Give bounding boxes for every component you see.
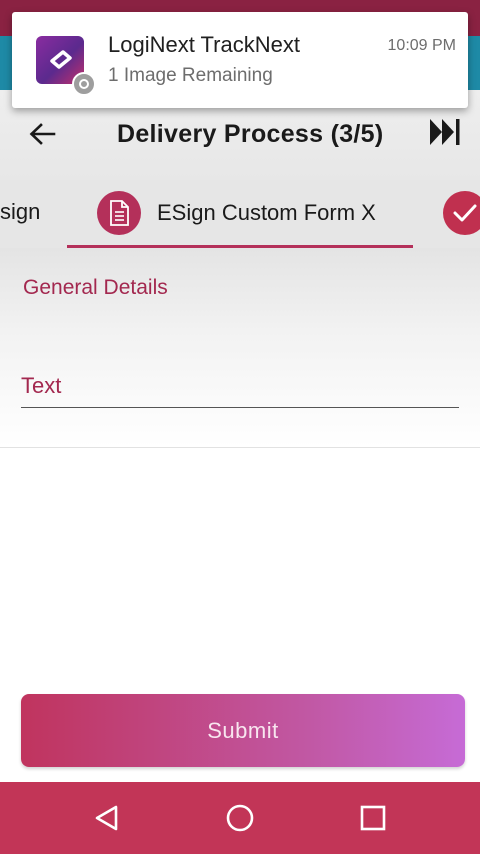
tab-label: ESign Custom Form X xyxy=(157,200,376,225)
page-title: Delivery Process (3/5) xyxy=(117,120,384,148)
skip-to-end-icon xyxy=(430,119,460,145)
section-title: General Details xyxy=(23,276,168,299)
system-nav-bar xyxy=(0,782,480,854)
checkmark-icon xyxy=(453,204,477,222)
submit-label: Submit xyxy=(207,717,279,743)
submit-button[interactable]: Submit xyxy=(21,694,465,767)
tab-next[interactable] xyxy=(443,191,480,235)
notification-title: LogiNext TrackNext xyxy=(108,32,300,57)
notification-message: 1 Image Remaining xyxy=(108,65,273,86)
tab-previous[interactable]: sign xyxy=(0,199,40,225)
skip-button[interactable] xyxy=(425,114,465,150)
nav-back-button[interactable] xyxy=(87,798,127,838)
notification-time: 10:09 PM xyxy=(387,37,456,54)
arrow-left-icon xyxy=(29,123,56,145)
nav-recents-button[interactable] xyxy=(353,798,393,838)
triangle-back-icon xyxy=(95,805,118,831)
square-recents-icon xyxy=(360,805,386,831)
step-tabs: sign ESign Custom Form X xyxy=(0,180,480,248)
text-input-field[interactable]: Text xyxy=(21,358,459,408)
back-button[interactable] xyxy=(22,118,62,150)
tab-esign-custom-form[interactable]: ESign Custom Form X xyxy=(67,180,413,248)
circle-home-icon xyxy=(226,804,254,832)
notification-card[interactable]: LogiNext TrackNext 10:09 PM 1 Image Rema… xyxy=(12,12,468,108)
tab-step-badge xyxy=(97,191,141,235)
sync-badge-icon xyxy=(72,72,96,96)
document-icon xyxy=(110,200,129,226)
nav-home-button[interactable] xyxy=(220,798,260,838)
text-field-label: Text xyxy=(21,373,62,398)
form-card: General Details Text xyxy=(0,248,480,448)
